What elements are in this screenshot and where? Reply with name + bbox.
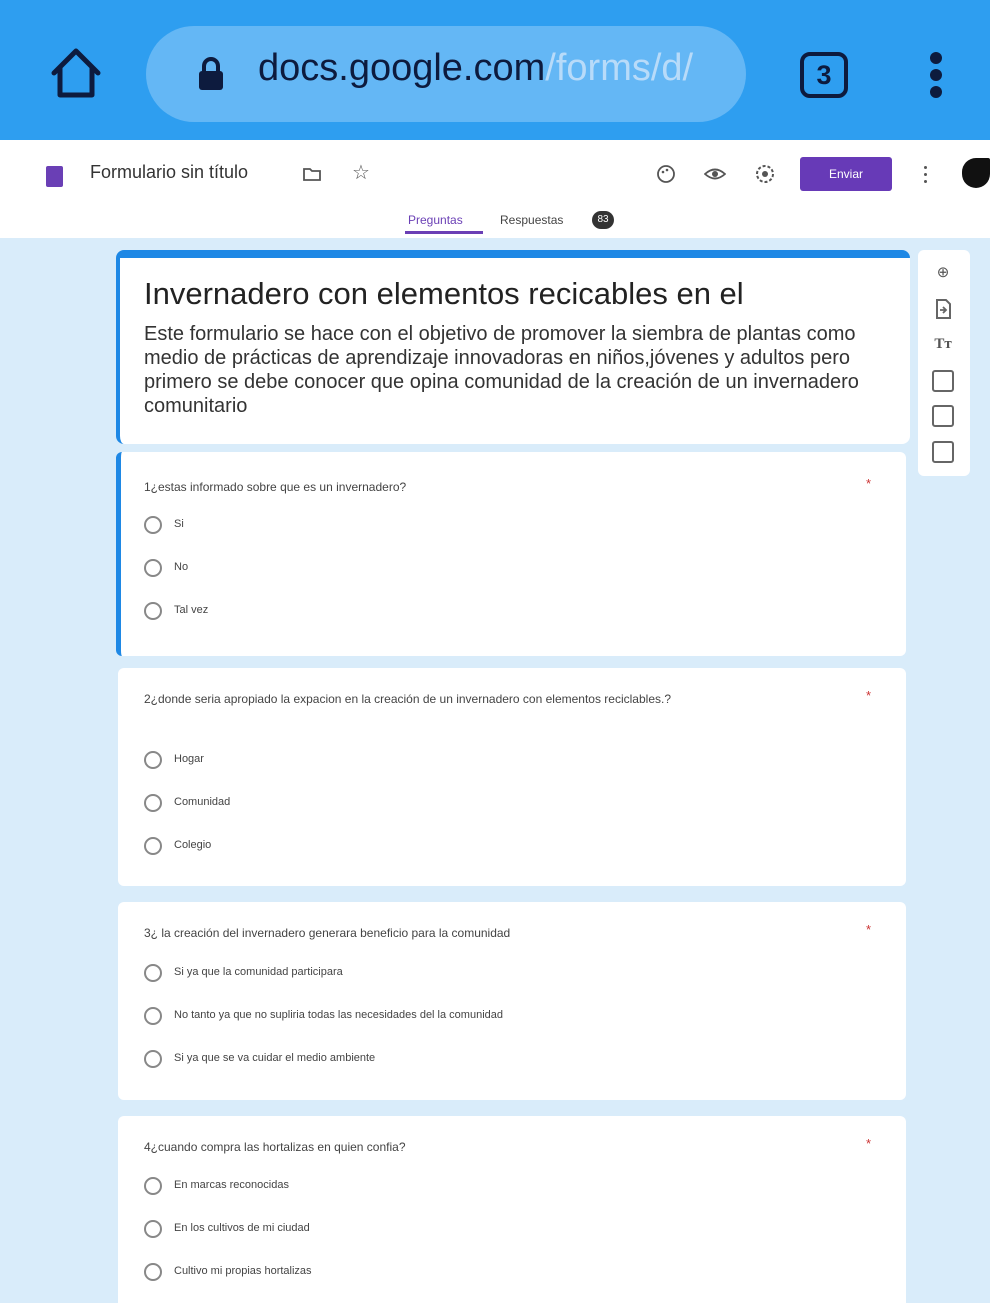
radio-button[interactable] [144, 1263, 162, 1281]
question-4-label: 4¿cuando compra las hortalizas en quien … [144, 1140, 406, 1154]
send-button[interactable]: Enviar [800, 157, 892, 191]
address-bar-text: docs.google.com/forms/d/ [258, 47, 693, 90]
question-3-label: 3¿ la creación del invernadero generara … [144, 926, 511, 940]
form-description[interactable]: Este formulario se hace con el objetivo … [144, 322, 864, 418]
radio-button[interactable] [144, 559, 162, 577]
radio-button[interactable] [144, 794, 162, 812]
radio-button[interactable] [144, 964, 162, 982]
option-label: Cultivo mi propias hortalizas [174, 1265, 312, 1277]
preview-eye-icon[interactable] [704, 164, 726, 184]
required-marker: * [866, 1136, 872, 1151]
radio-button[interactable] [144, 751, 162, 769]
forms-logo-icon [46, 166, 63, 187]
folder-icon[interactable] [302, 164, 322, 184]
option-label: Si ya que se va cuidar el medio ambiente [174, 1052, 376, 1064]
radio-button[interactable] [144, 516, 162, 534]
add-video-icon[interactable] [932, 405, 954, 427]
import-questions-icon[interactable] [932, 298, 954, 320]
add-title-icon[interactable]: Tт [932, 333, 954, 355]
document-title[interactable]: Formulario sin título [90, 162, 248, 183]
form-title[interactable]: Invernadero con elementos recicables en … [144, 276, 744, 312]
lock-icon [199, 57, 223, 90]
radio-button[interactable] [144, 1050, 162, 1068]
add-question-icon[interactable]: ⊕ [932, 262, 954, 284]
radio-button[interactable] [144, 602, 162, 620]
radio-button[interactable] [144, 1220, 162, 1238]
url-host: docs.google.com [258, 47, 546, 89]
active-tab-indicator [405, 231, 483, 234]
responses-count-badge: 83 [592, 211, 614, 229]
radio-button[interactable] [144, 1007, 162, 1025]
home-icon[interactable] [48, 45, 104, 101]
option-label: Si ya que la comunidad participara [174, 966, 343, 978]
tab-questions[interactable]: Preguntas [408, 213, 463, 227]
option-label: Colegio [174, 839, 212, 851]
tab-switcher-button[interactable]: 3 [800, 52, 848, 98]
radio-button[interactable] [144, 1177, 162, 1195]
option-label: No tanto ya que no supliria todas las ne… [174, 1009, 503, 1021]
avatar[interactable] [962, 158, 990, 188]
option-label: Tal vez [174, 604, 209, 616]
option-label: Si [174, 518, 184, 530]
star-icon[interactable]: ☆ [352, 160, 370, 185]
option-label: En los cultivos de mi ciudad [174, 1222, 310, 1234]
more-options-icon[interactable] [922, 166, 928, 186]
settings-gear-icon[interactable] [754, 163, 776, 185]
browser-menu-icon[interactable] [928, 52, 944, 102]
add-section-icon[interactable] [932, 441, 954, 463]
question-1-label: 1¿estas informado sobre que es un invern… [144, 480, 407, 494]
option-label: Hogar [174, 753, 204, 765]
tab-responses[interactable]: Respuestas [500, 213, 563, 227]
add-image-icon[interactable] [932, 370, 954, 392]
required-marker: * [866, 476, 872, 491]
url-path: /forms/d/ [545, 47, 694, 89]
question-2-label: 2¿donde seria apropiado la expacion en l… [144, 692, 672, 706]
required-marker: * [866, 688, 872, 703]
palette-icon[interactable] [656, 164, 676, 184]
radio-button[interactable] [144, 837, 162, 855]
required-marker: * [866, 922, 872, 937]
option-label: En marcas reconocidas [174, 1179, 289, 1191]
option-label: Comunidad [174, 796, 231, 808]
option-label: No [174, 561, 189, 573]
